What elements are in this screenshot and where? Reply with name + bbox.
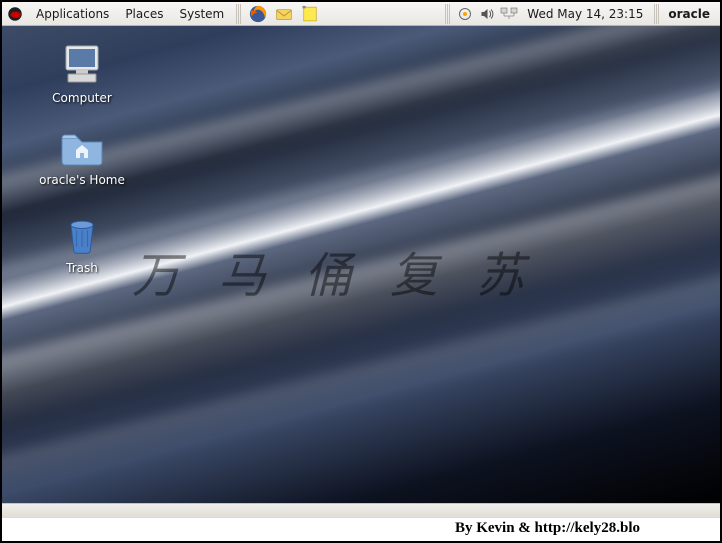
menu-applications[interactable]: Applications <box>29 4 116 24</box>
updates-icon[interactable] <box>455 4 475 24</box>
desktop-icon-home[interactable]: oracle's Home <box>34 122 130 187</box>
panel-separator <box>236 4 241 24</box>
footer-credit: By Kevin & http://kely28.blo <box>455 520 640 537</box>
home-folder-icon <box>58 122 106 170</box>
desktop-icon-computer[interactable]: Computer <box>34 40 130 105</box>
watermark-text: 万马俑复苏 <box>132 236 562 306</box>
menu-places[interactable]: Places <box>118 4 170 24</box>
top-panel: Applications Places System <box>2 2 720 26</box>
firefox-launcher-icon[interactable] <box>247 3 269 25</box>
computer-icon <box>58 40 106 88</box>
desktop-icon-trash[interactable]: Trash <box>34 210 130 275</box>
footer-bar: By Kevin & http://kely28.blo <box>2 517 720 539</box>
notes-launcher-icon[interactable] <box>299 3 321 25</box>
network-icon[interactable] <box>499 4 519 24</box>
clock[interactable]: Wed May 14, 23:15 <box>521 7 649 21</box>
desktop-icon-label: oracle's Home <box>34 173 130 187</box>
panel-separator <box>654 4 659 24</box>
menu-system[interactable]: System <box>172 4 231 24</box>
bottom-panel[interactable] <box>2 503 720 517</box>
desktop[interactable]: Computer oracle's Home Trash 万马俑复苏 亿速云 <box>2 26 720 503</box>
redhat-icon[interactable] <box>6 5 24 23</box>
panel-separator <box>445 4 450 24</box>
user-switcher[interactable]: oracle <box>664 7 716 21</box>
desktop-icon-label: Computer <box>34 91 130 105</box>
email-launcher-icon[interactable] <box>273 3 295 25</box>
trash-icon <box>58 210 106 258</box>
desktop-icon-label: Trash <box>34 261 130 275</box>
volume-icon[interactable] <box>477 4 497 24</box>
